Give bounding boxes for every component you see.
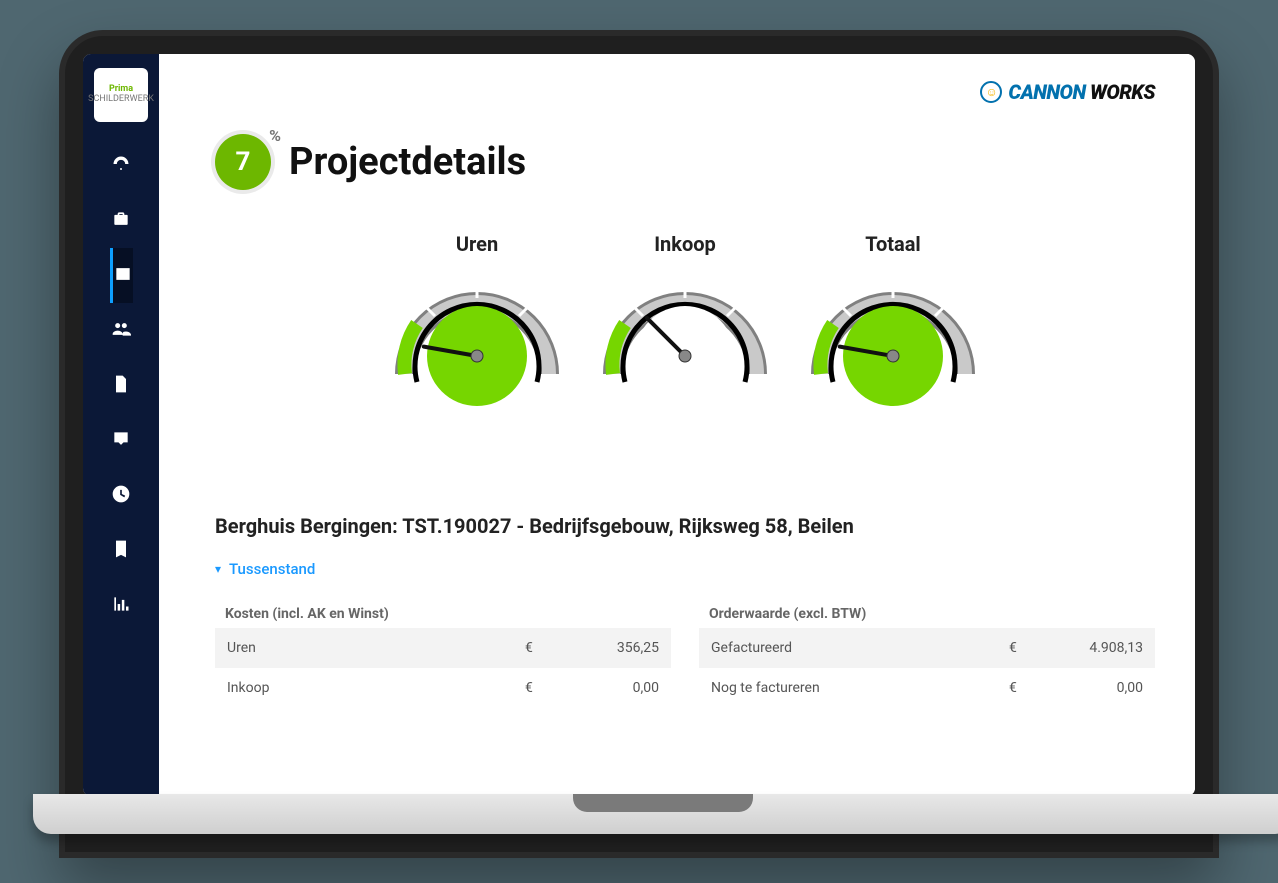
row-value: 0,00 — [1033, 680, 1143, 696]
nav-inbox[interactable] — [110, 413, 133, 468]
gauges-row: Uren Inkoop Totaal — [215, 232, 1155, 418]
percent-icon: % — [269, 126, 281, 145]
gauge-chart-icon — [595, 264, 775, 418]
progress-number: 7 — [236, 147, 251, 177]
inbox-icon — [111, 429, 131, 453]
laptop-frame: Prima SCHILDERWERK ☺ CANNON WORKS 7 % Pr… — [59, 30, 1219, 858]
costs-table: Kosten (incl. AK en Winst) Uren€356,25In… — [215, 600, 671, 708]
briefcase-icon — [111, 209, 131, 233]
book-icon — [111, 539, 131, 563]
progress-badge: 7 % — [215, 134, 271, 190]
gauge-chart-icon — [803, 264, 983, 418]
row-label: Inkoop — [227, 680, 525, 696]
ordervalue-table: Orderwaarde (excl. BTW) Gefactureerd€4.9… — [699, 600, 1155, 708]
logo-line1: Prima — [109, 84, 133, 94]
nav-stats[interactable] — [110, 578, 133, 633]
stats-icon — [111, 594, 131, 618]
gauge-label: Inkoop — [595, 232, 775, 256]
nav-briefcase[interactable] — [110, 193, 133, 248]
nav-document[interactable] — [110, 358, 133, 413]
cannon-head-icon: ☺ — [980, 81, 1002, 103]
row-value: 356,25 — [549, 640, 659, 656]
clock-icon — [111, 484, 131, 508]
app-brand: ☺ CANNON WORKS — [980, 80, 1155, 104]
row-value: 0,00 — [549, 680, 659, 696]
accordion-label: Tussenstand — [229, 560, 315, 578]
gauge-totaal: Totaal — [803, 232, 983, 418]
row-label: Uren — [227, 640, 525, 656]
project-subtitle: Berghuis Bergingen: TST.190027 - Bedrijf… — [215, 514, 1155, 538]
ordervalue-header: Orderwaarde (excl. BTW) — [699, 600, 1155, 628]
brand-part2: WORKS — [1090, 80, 1155, 104]
users-icon — [111, 319, 131, 343]
news-icon — [113, 264, 133, 288]
chevron-down-icon: ▾ — [215, 562, 221, 576]
row-label: Gefactureerd — [711, 640, 1009, 656]
gauge-inkoop: Inkoop — [595, 232, 775, 418]
row-currency: € — [1009, 680, 1033, 696]
document-icon — [111, 374, 131, 398]
accordion-toggle-tussenstand[interactable]: ▾ Tussenstand — [215, 560, 1155, 578]
costs-header: Kosten (incl. AK en Winst) — [215, 600, 671, 628]
sidebar-company-logo[interactable]: Prima SCHILDERWERK — [94, 68, 148, 122]
nav-clock[interactable] — [110, 468, 133, 523]
row-currency: € — [525, 680, 549, 696]
table-row: Inkoop€0,00 — [215, 668, 671, 708]
row-currency: € — [525, 640, 549, 656]
app-screen: Prima SCHILDERWERK ☺ CANNON WORKS 7 % Pr… — [83, 54, 1195, 796]
row-currency: € — [1009, 640, 1033, 656]
table-row: Gefactureerd€4.908,13 — [699, 628, 1155, 668]
content-area: ☺ CANNON WORKS 7 % Projectdetails Uren I… — [159, 54, 1195, 796]
nav-users[interactable] — [110, 303, 133, 358]
row-value: 4.908,13 — [1033, 640, 1143, 656]
table-row: Uren€356,25 — [215, 628, 671, 668]
gauge-uren: Uren — [387, 232, 567, 418]
laptop-base — [33, 794, 1278, 834]
summary-tables: Kosten (incl. AK en Winst) Uren€356,25In… — [215, 600, 1155, 708]
sidebar: Prima SCHILDERWERK — [83, 54, 159, 796]
row-label: Nog te factureren — [711, 680, 1009, 696]
brand-part1: CANNON — [1008, 80, 1085, 104]
dashboard-icon — [111, 154, 131, 178]
logo-line2: SCHILDERWERK — [88, 94, 154, 104]
gauge-label: Uren — [387, 232, 567, 256]
gauge-chart-icon — [387, 264, 567, 418]
nav-dashboard[interactable] — [110, 138, 133, 193]
nav-news[interactable] — [110, 248, 133, 303]
gauge-label: Totaal — [803, 232, 983, 256]
page-header: 7 % Projectdetails — [215, 134, 1155, 190]
page-title: Projectdetails — [289, 140, 526, 184]
table-row: Nog te factureren€0,00 — [699, 668, 1155, 708]
laptop-notch — [573, 794, 753, 812]
nav-book[interactable] — [110, 523, 133, 578]
